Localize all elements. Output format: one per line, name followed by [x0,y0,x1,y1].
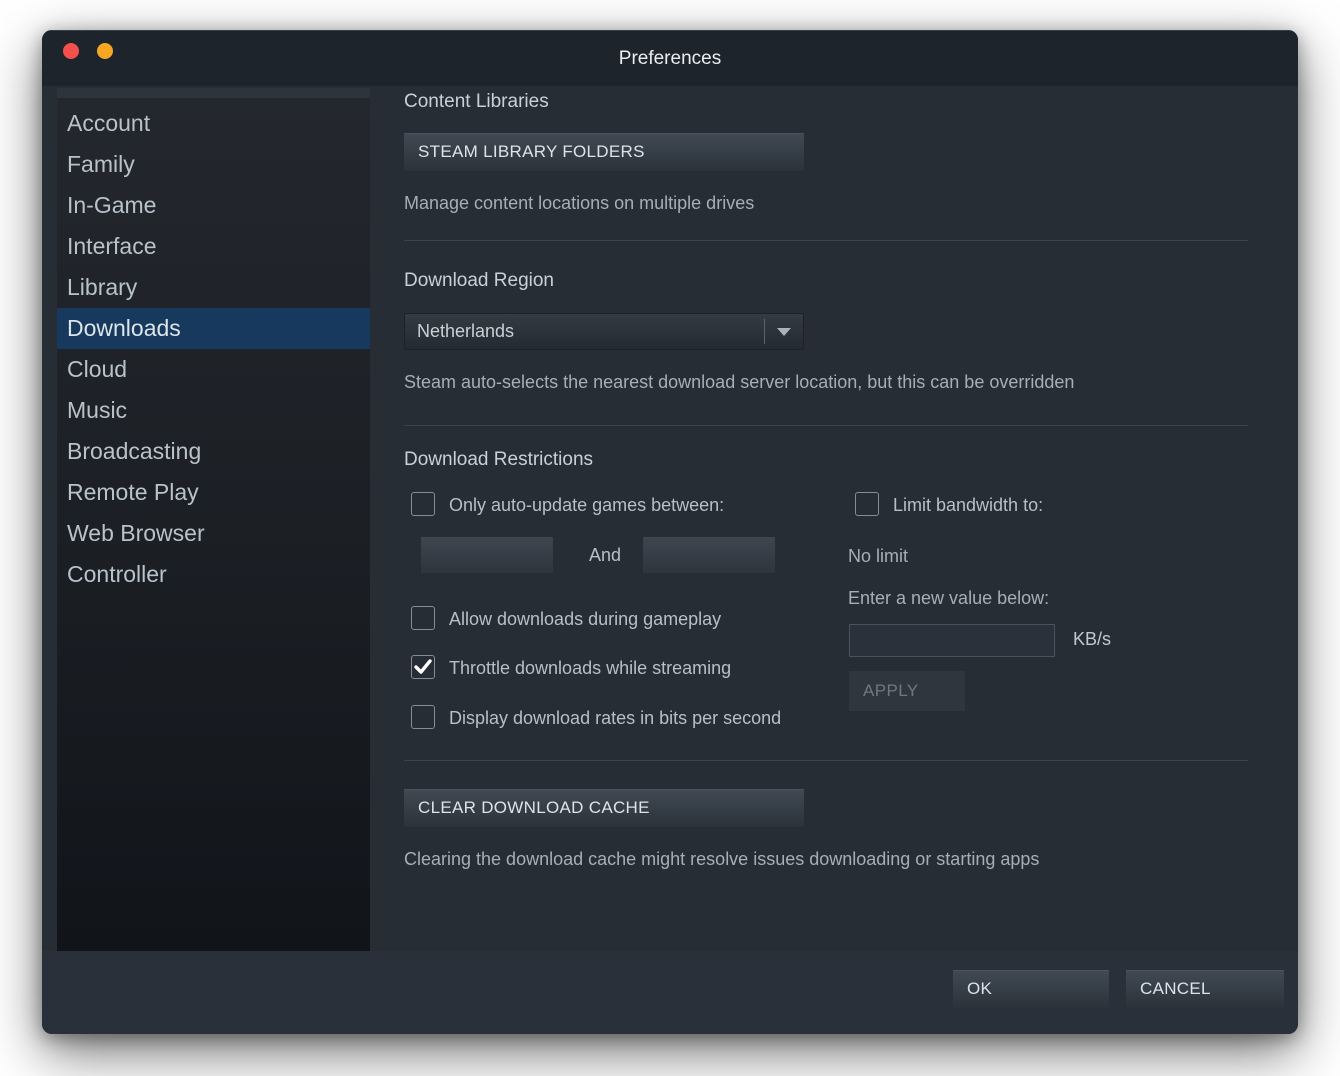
sidebar-item-music[interactable]: Music [57,390,370,431]
auto-update-start-time-field[interactable] [421,537,553,573]
sidebar-list: Account Family In-Game Interface Library… [57,103,370,595]
display-bits-per-second-label: Display download rates in bits per secon… [449,706,781,730]
preferences-window: Preferences Account Family In-Game Inter… [42,30,1298,1034]
auto-update-between-checkbox[interactable] [411,492,435,516]
limit-bandwidth-label: Limit bandwidth to: [893,493,1043,517]
footer: OK CANCEL [42,951,1298,1034]
sidebar-item-web-browser[interactable]: Web Browser [57,513,370,554]
steam-library-folders-button[interactable]: STEAM LIBRARY FOLDERS [404,133,804,171]
download-restrictions-heading: Download Restrictions [404,448,593,472]
section-divider [404,240,1248,241]
bandwidth-prompt: Enter a new value below: [848,586,1049,610]
sidebar-item-account[interactable]: Account [57,103,370,144]
bandwidth-status: No limit [848,544,908,568]
throttle-downloads-streaming-label: Throttle downloads while streaming [449,656,731,680]
clear-cache-description: Clearing the download cache might resolv… [404,847,1039,871]
sidebar-item-cloud[interactable]: Cloud [57,349,370,390]
allow-downloads-gameplay-checkbox[interactable] [411,606,435,630]
section-divider [404,425,1248,426]
apply-button[interactable]: APPLY [849,671,965,711]
sidebar-item-library[interactable]: Library [57,267,370,308]
allow-downloads-gameplay-label: Allow downloads during gameplay [449,607,721,631]
clear-download-cache-button[interactable]: CLEAR DOWNLOAD CACHE [404,789,804,827]
sidebar-item-downloads[interactable]: Downloads [57,308,370,349]
window-title: Preferences [42,31,1298,87]
download-region-description: Steam auto-selects the nearest download … [404,370,1074,394]
cancel-button[interactable]: CANCEL [1126,970,1284,1008]
sidebar-item-controller[interactable]: Controller [57,554,370,595]
throttle-downloads-streaming-checkbox[interactable] [411,655,435,679]
and-label: And [575,545,635,566]
section-divider [404,760,1248,761]
display-bits-per-second-checkbox[interactable] [411,705,435,729]
download-region-dropdown[interactable]: Netherlands [404,313,804,350]
download-region-selected-value: Netherlands [405,321,764,342]
ok-button[interactable]: OK [953,970,1109,1008]
titlebar: Preferences [42,30,1298,86]
auto-update-between-label: Only auto-update games between: [449,493,724,517]
sidebar-item-interface[interactable]: Interface [57,226,370,267]
sidebar: Account Family In-Game Interface Library… [57,88,370,951]
sidebar-item-in-game[interactable]: In-Game [57,185,370,226]
chevron-down-icon [765,328,803,336]
auto-update-end-time-field[interactable] [643,537,775,573]
sidebar-item-remote-play[interactable]: Remote Play [57,472,370,513]
content-libraries-description: Manage content locations on multiple dri… [404,191,754,215]
limit-bandwidth-checkbox[interactable] [855,492,879,516]
download-region-heading: Download Region [404,269,554,293]
sidebar-item-family[interactable]: Family [57,144,370,185]
content-libraries-heading: Content Libraries [404,90,549,114]
sidebar-top-strip [57,88,370,98]
sidebar-item-broadcasting[interactable]: Broadcasting [57,431,370,472]
check-icon [414,659,432,675]
bandwidth-value-input[interactable] [849,624,1055,657]
bandwidth-unit-label: KB/s [1073,629,1111,650]
